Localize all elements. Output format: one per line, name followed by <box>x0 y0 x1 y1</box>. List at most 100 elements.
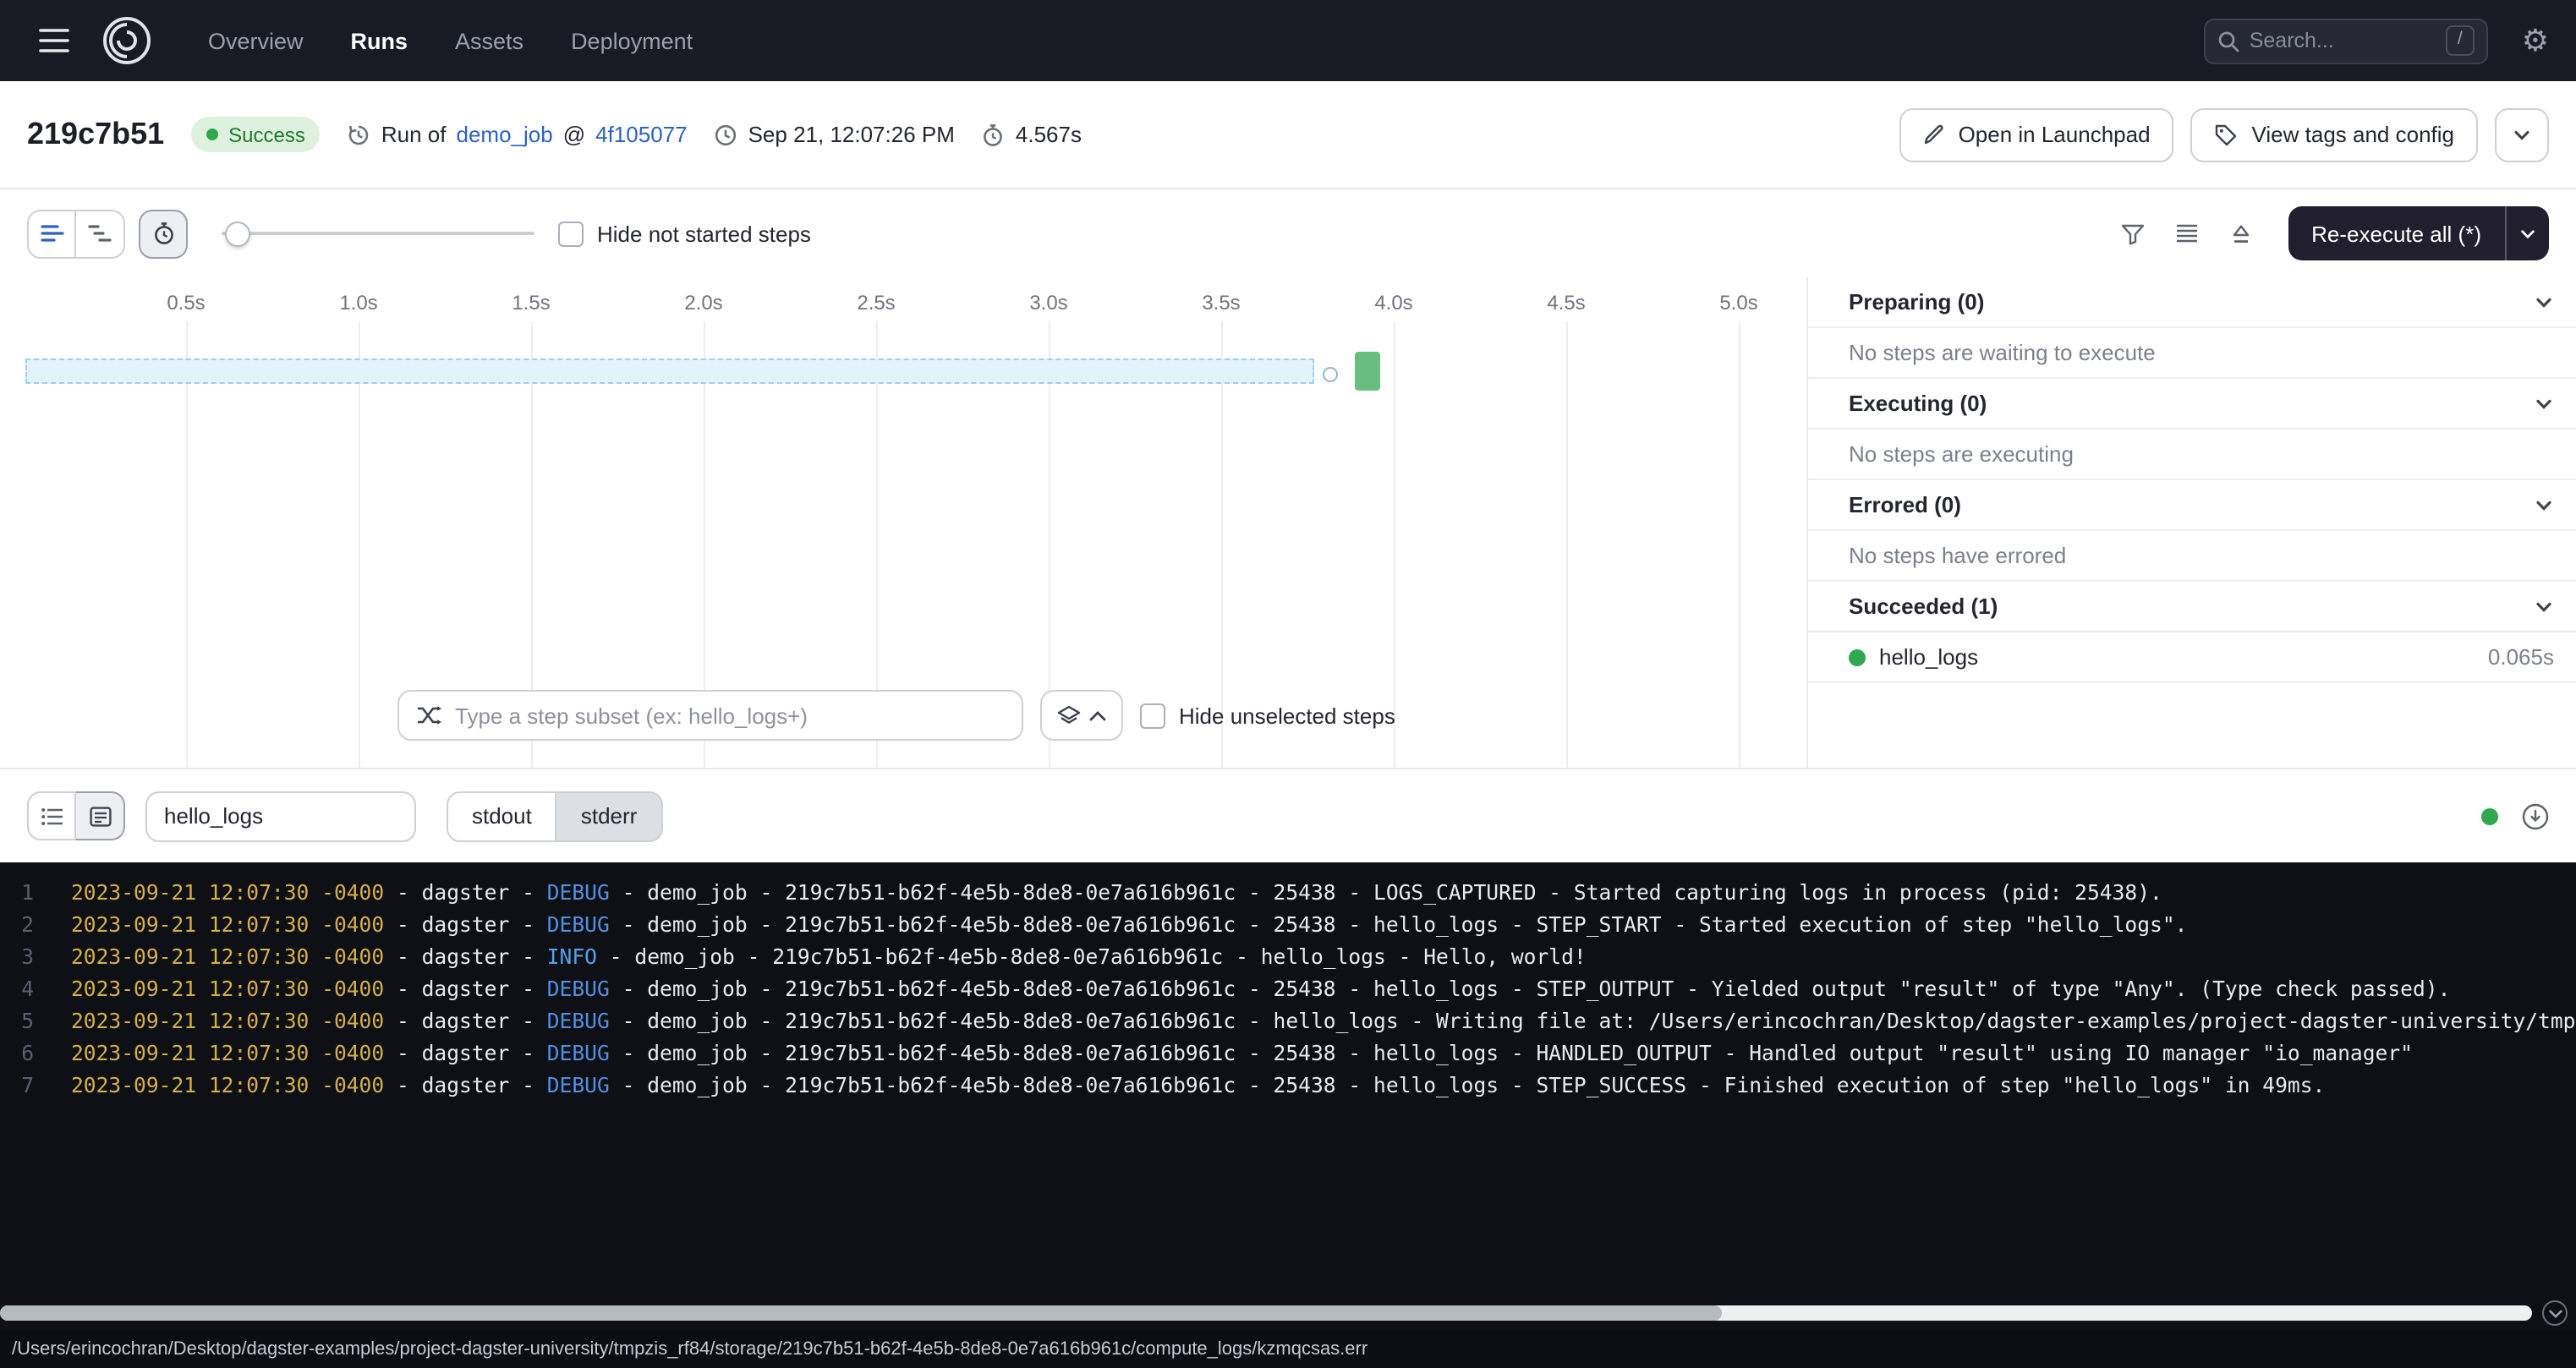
structured-log-view-button[interactable] <box>27 791 76 840</box>
global-search[interactable]: / <box>2204 18 2488 63</box>
zoom-slider-knob[interactable] <box>225 221 250 246</box>
waterfall-view-button[interactable] <box>76 209 125 258</box>
tab-stdout[interactable]: stdout <box>447 791 557 841</box>
hide-not-started-row[interactable]: Hide not started steps <box>558 221 811 246</box>
log-source: dagster <box>422 977 510 1001</box>
time-tick-label: 0.5s <box>167 291 205 315</box>
log-line-content: 2023-09-21 12:07:30 -0400 - dagster - DE… <box>34 1006 2576 1038</box>
nav-item-runs[interactable]: Runs <box>332 18 427 63</box>
log-lines: 1 2023-09-21 12:07:30 -0400 - dagster - D… <box>0 862 2576 1103</box>
run-of-label: Run of <box>381 122 447 147</box>
log-line: 42023-09-21 12:07:30 -0400 - dagster - D… <box>0 974 2576 1006</box>
log-line-number: 1 <box>0 878 34 910</box>
nav-item-deployment[interactable]: Deployment <box>552 18 711 63</box>
graph-query-toggle-button[interactable] <box>1040 690 1123 741</box>
log-line: 72023-09-21 12:07:30 -0400 - dagster - D… <box>0 1070 2576 1103</box>
status-label: Success <box>228 123 305 146</box>
log-source: dagster <box>422 945 510 969</box>
hide-unselected-checkbox[interactable] <box>1140 703 1165 728</box>
log-line-number: 6 <box>0 1038 34 1070</box>
log-level: INFO <box>547 945 597 969</box>
panel-section-header[interactable]: Executing (0) <box>1808 379 2576 430</box>
raw-log-view-button[interactable] <box>76 791 125 840</box>
panel-section-header[interactable]: Errored (0) <box>1808 480 2576 531</box>
code-version-link[interactable]: 4f105077 <box>595 122 687 147</box>
chevron-up-icon <box>1089 709 1106 721</box>
horizontal-scrollbar[interactable] <box>0 1305 2532 1321</box>
panel-empty-text: No steps have errored <box>1808 531 2576 582</box>
step-subset-inputbox[interactable] <box>397 690 1023 741</box>
log-text: - <box>509 945 546 969</box>
run-actions-menu-button[interactable] <box>2495 107 2549 161</box>
reexecute-all-button[interactable]: Re-execute all (*) <box>2288 206 2505 260</box>
run-duration: 4.567s <box>1016 122 1082 147</box>
log-viewer: 1 2023-09-21 12:07:30 -0400 - dagster - D… <box>0 862 2576 1329</box>
log-message: demo_job - 219c7b51-b62f-4e5b-8de8-0e7a6… <box>647 977 2450 1001</box>
graph-query-icon <box>416 705 441 725</box>
run-of-meta: Run of demo_job @ 4f105077 <box>348 122 688 147</box>
nav-item-assets[interactable]: Assets <box>436 18 542 63</box>
panel-empty-text: No steps are waiting to execute <box>1808 328 2576 379</box>
chevron-down-icon <box>2512 124 2532 145</box>
slash-shortcut-hint: / <box>2446 26 2475 55</box>
zoom-slider[interactable] <box>222 209 534 258</box>
nav-item-overview[interactable]: Overview <box>189 18 322 63</box>
tab-stderr[interactable]: stderr <box>557 791 662 841</box>
log-step-filter-input[interactable] <box>145 791 416 841</box>
step-subset-input[interactable] <box>455 703 1005 728</box>
time-tick-label: 3.5s <box>1202 291 1240 315</box>
download-log-button[interactable] <box>2522 802 2549 829</box>
scroll-to-bottom-button[interactable] <box>2542 1300 2568 1326</box>
hide-unselected-row[interactable]: Hide unselected steps <box>1140 703 1395 728</box>
log-text: - <box>610 1010 647 1033</box>
succeeded-step-row[interactable]: hello_logs0.065s <box>1808 632 2576 683</box>
log-message: demo_job - 219c7b51-b62f-4e5b-8de8-0e7a6… <box>647 913 2187 937</box>
tag-icon <box>2215 123 2239 146</box>
log-line-content: 2023-09-21 12:07:30 -0400 - dagster - IN… <box>34 942 1587 974</box>
log-timestamp: 2023-09-21 12:07:30 -0400 <box>71 881 384 905</box>
log-line-content: 2023-09-21 12:07:30 -0400 - dagster - DE… <box>34 1038 2413 1070</box>
search-input[interactable] <box>2250 29 2436 52</box>
view-tags-config-label: View tags and config <box>2252 122 2454 147</box>
settings-gear-icon[interactable]: ⚙ <box>2522 25 2549 56</box>
panel-empty-text: No steps are executing <box>1808 430 2576 480</box>
log-line: 52023-09-21 12:07:30 -0400 - dagster - D… <box>0 1006 2576 1038</box>
job-link[interactable]: demo_job <box>457 122 553 147</box>
hamburger-icon <box>39 29 69 52</box>
panel-section-header[interactable]: Preparing (0) <box>1808 277 2576 328</box>
timed-view-button[interactable] <box>139 209 188 258</box>
panel-section-title: Preparing (0) <box>1849 289 1984 315</box>
log-line-number: 2 <box>0 910 34 942</box>
main-nav: OverviewRunsAssetsDeployment <box>189 18 711 63</box>
flat-view-button[interactable] <box>27 209 76 258</box>
scrollbar-thumb[interactable] <box>0 1305 1722 1321</box>
log-text: - <box>384 1074 421 1097</box>
gantt-mode-toggle <box>27 209 125 258</box>
log-timestamp: 2023-09-21 12:07:30 -0400 <box>71 945 384 969</box>
time-tick-label: 2.5s <box>857 291 895 315</box>
panel-section-header[interactable]: Succeeded (1) <box>1808 582 2576 632</box>
filter-steps-button[interactable] <box>2108 210 2156 257</box>
log-text: - <box>610 1042 647 1065</box>
log-source: dagster <box>422 1042 510 1065</box>
run-timestamp: Sep 21, 12:07:26 PM <box>748 122 955 147</box>
view-tags-config-button[interactable]: View tags and config <box>2191 107 2478 161</box>
step-bar-hello-logs[interactable] <box>1355 352 1380 391</box>
run-header: 219c7b51 Success Run of demo_job @ 4f105… <box>0 81 2576 189</box>
hamburger-menu-button[interactable] <box>27 14 81 68</box>
stopwatch-icon <box>982 123 1006 146</box>
log-source: dagster <box>422 1010 510 1033</box>
reexecute-options-button[interactable] <box>2505 206 2549 260</box>
chevron-down-icon <box>2518 224 2537 243</box>
open-in-launchpad-button[interactable]: Open in Launchpad <box>1899 107 2174 161</box>
collapse-panel-button[interactable] <box>2217 210 2264 257</box>
log-text: - <box>384 1042 421 1065</box>
layers-icon <box>1057 704 1081 726</box>
hide-not-started-checkbox[interactable] <box>558 221 584 246</box>
row-density-button[interactable] <box>2162 210 2210 257</box>
log-message: demo_job - 219c7b51-b62f-4e5b-8de8-0e7a6… <box>634 945 1586 969</box>
zoom-slider-track <box>222 232 534 235</box>
log-file-path: /Users/erincochran/Desktop/dagster-examp… <box>12 1338 1367 1359</box>
panel-section-title: Succeeded (1) <box>1849 594 1998 619</box>
hide-not-started-label: Hide not started steps <box>597 221 811 246</box>
